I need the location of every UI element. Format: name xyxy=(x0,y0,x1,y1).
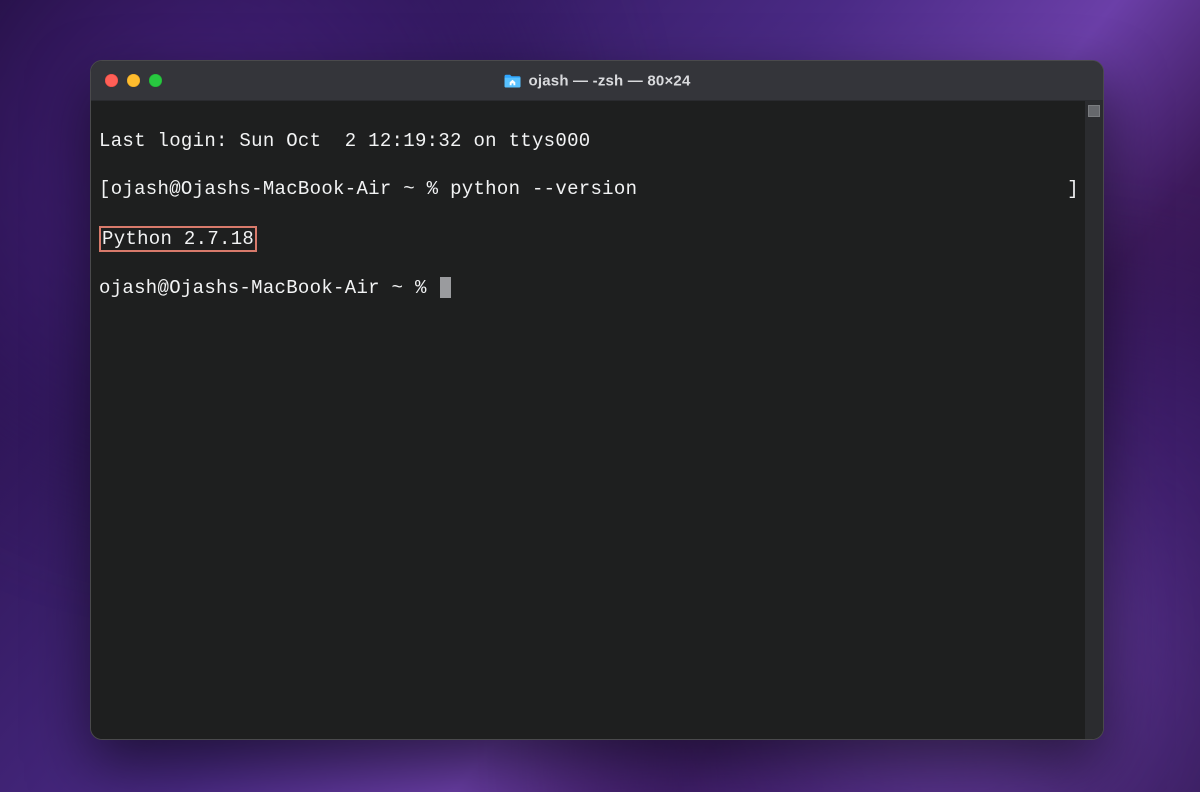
prompt-1-command: python --version xyxy=(450,177,637,201)
window-title: ojash — -zsh — 80×24 xyxy=(529,72,691,89)
scrollbar-marker-icon xyxy=(1088,105,1100,117)
close-button[interactable] xyxy=(105,74,118,87)
maximize-button[interactable] xyxy=(149,74,162,87)
window-title-area: ojash — -zsh — 80×24 xyxy=(504,72,691,89)
scrollbar[interactable] xyxy=(1085,101,1103,739)
terminal-line-command: [ojash@Ojashs-MacBook-Air ~ % python --v… xyxy=(99,177,1085,201)
terminal-line-output: Python 2.7.18 xyxy=(99,225,1085,252)
prompt-2: ojash@Ojashs-MacBook-Air ~ % xyxy=(99,276,438,300)
folder-home-icon xyxy=(504,73,522,88)
window-controls xyxy=(105,74,162,87)
terminal-line-prompt: ojash@Ojashs-MacBook-Air ~ % xyxy=(99,276,1085,300)
open-bracket: [ xyxy=(99,177,111,201)
last-login-text: Last login: Sun Oct 2 12:19:32 on ttys00… xyxy=(99,129,590,153)
close-bracket: ] xyxy=(1067,177,1079,201)
terminal-window: ojash — -zsh — 80×24 Last login: Sun Oct… xyxy=(90,60,1104,740)
terminal-line-last-login: Last login: Sun Oct 2 12:19:32 on ttys00… xyxy=(99,129,1085,153)
highlighted-output: Python 2.7.18 xyxy=(99,226,257,252)
prompt-1-user: ojash@Ojashs-MacBook-Air ~ % xyxy=(111,177,450,201)
terminal-body[interactable]: Last login: Sun Oct 2 12:19:32 on ttys00… xyxy=(91,101,1103,739)
terminal-output-area[interactable]: Last login: Sun Oct 2 12:19:32 on ttys00… xyxy=(91,101,1085,739)
cursor-icon xyxy=(440,277,451,298)
minimize-button[interactable] xyxy=(127,74,140,87)
titlebar: ojash — -zsh — 80×24 xyxy=(91,61,1103,101)
